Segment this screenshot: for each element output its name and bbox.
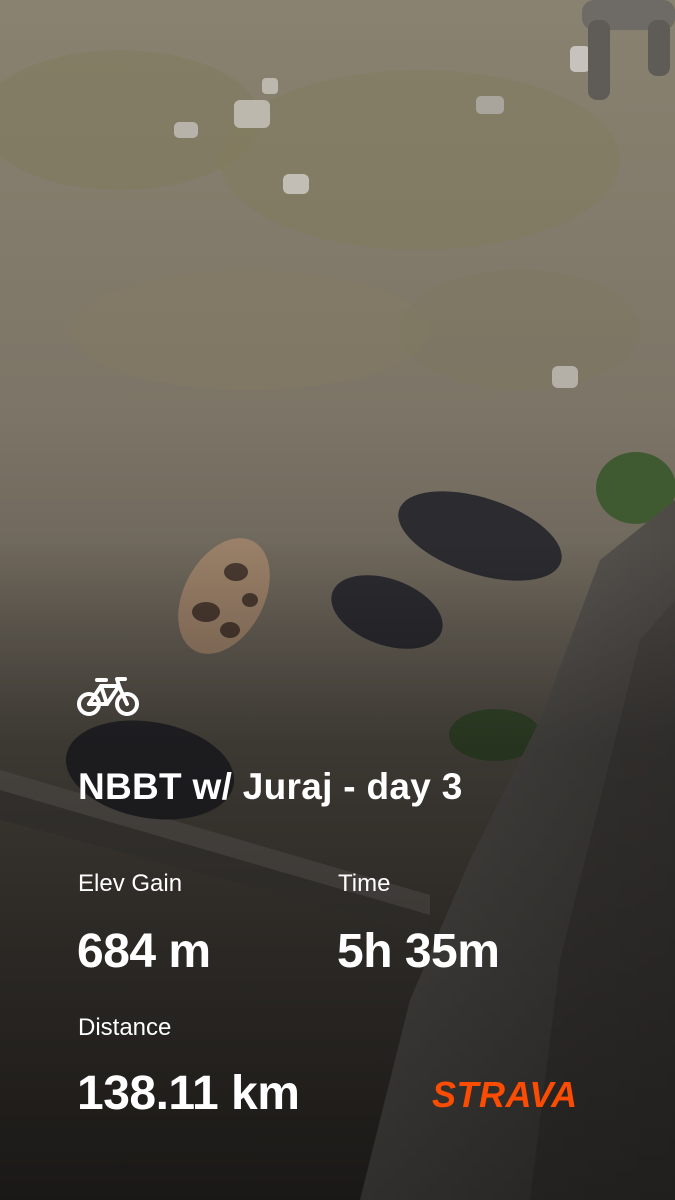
strava-logo: STRAVA (432, 1074, 578, 1115)
elev-gain-value: 684 m (77, 925, 211, 978)
bicycle-icon (77, 676, 139, 718)
distance-value: 138.11 km (77, 1067, 300, 1120)
distance-label: Distance (78, 1014, 172, 1041)
elev-gain-label: Elev Gain (78, 870, 183, 897)
time-value: 5h 35m (337, 925, 500, 978)
activity-title: NBBT w/ Juraj - day 3 (78, 766, 463, 807)
time-label: Time (338, 870, 391, 897)
